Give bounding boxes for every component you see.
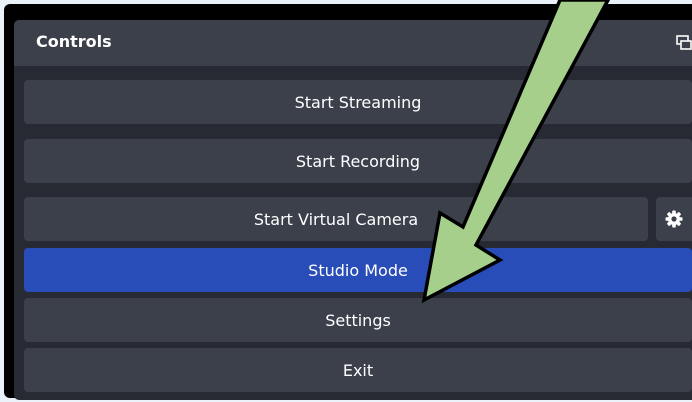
- gear-icon: [665, 210, 683, 228]
- start-recording-button[interactable]: Start Recording: [24, 139, 692, 183]
- undock-icon[interactable]: [676, 35, 692, 51]
- dock-header: Controls: [14, 20, 692, 66]
- controls-dock: Controls Start Streaming Start Recording…: [14, 20, 692, 400]
- settings-button[interactable]: Settings: [24, 298, 692, 342]
- studio-mode-button[interactable]: Studio Mode: [24, 248, 692, 292]
- exit-button[interactable]: Exit: [24, 348, 692, 392]
- dock-title: Controls: [36, 32, 112, 51]
- start-streaming-button[interactable]: Start Streaming: [24, 80, 692, 124]
- start-virtual-camera-button[interactable]: Start Virtual Camera: [24, 197, 648, 241]
- virtual-camera-settings-button[interactable]: [656, 197, 692, 241]
